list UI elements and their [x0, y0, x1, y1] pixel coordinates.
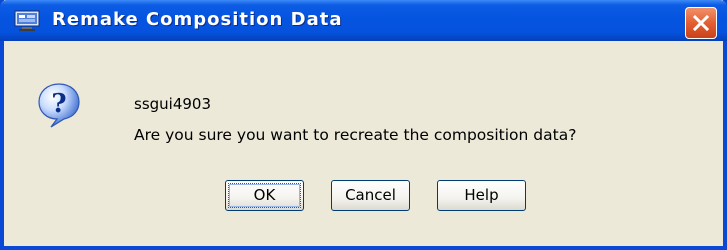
cancel-button[interactable]: Cancel — [331, 180, 410, 211]
cancel-button-label: Cancel — [345, 186, 396, 204]
close-icon — [692, 14, 710, 32]
question-icon: ? — [36, 82, 82, 128]
focus-ring — [228, 183, 301, 208]
help-button[interactable]: Help — [437, 180, 526, 211]
svg-text:?: ? — [51, 89, 66, 119]
title-bar[interactable]: Remake Composition Data — [0, 0, 727, 41]
close-button[interactable] — [685, 7, 717, 39]
message-text: Are you sure you want to recreate the co… — [134, 126, 577, 144]
ok-button[interactable]: OK — [225, 180, 304, 211]
message-id: ssgui4903 — [134, 95, 211, 113]
help-button-label: Help — [464, 186, 499, 204]
dialog-title: Remake Composition Data — [52, 9, 343, 30]
app-window-icon — [14, 10, 40, 32]
confirm-dialog: Remake Composition Data ? ssgui4903 Are … — [0, 0, 727, 250]
